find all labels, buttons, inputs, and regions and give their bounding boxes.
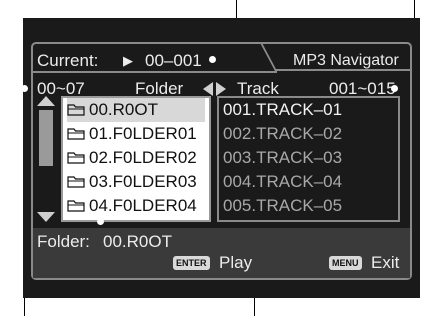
figure: Current: ▶ 00–001 MP3 Navigator 00~07 Fo… [0,0,422,316]
folder-icon [67,104,85,116]
folder-item[interactable]: 00.R0OT [67,98,205,122]
folder-icon [67,128,85,140]
scroll-up-icon[interactable] [37,96,55,106]
folder-item[interactable]: 01.F0LDER01 [67,122,197,146]
callout-dot-current [209,56,216,63]
app-title: MP3 Navigator [293,52,399,69]
folder-item-label: 01.F0LDER01 [89,124,197,143]
callout-dot-folder-list [97,218,104,225]
folder-item-label: 02.F0LDER02 [89,148,197,167]
menu-key-badge: MENU [329,256,362,270]
scrollbar[interactable] [37,96,57,222]
left-arrow-icon[interactable] [203,82,213,96]
play-indicator-icon: ▶ [123,53,133,68]
track-list[interactable]: 001.TRACK–01 002.TRACK–02 003.TRACK–03 004.… [217,96,400,222]
track-item[interactable]: 004.TRACK–04 [223,170,342,194]
track-item[interactable]: 005.TRACK–05 [223,194,342,218]
folder-item[interactable]: 03.F0LDER03 [67,170,197,194]
current-label: Current: [37,51,99,70]
header-divider [33,71,277,73]
folder-item-label: 00.R0OT [89,100,158,119]
folder-item-label: 03.F0LDER03 [89,172,197,191]
play-action[interactable]: Play [219,253,252,273]
track-item[interactable]: 001.TRACK–01 [223,98,342,122]
status-folder-value: 00.R0OT [103,232,172,251]
folder-icon [67,176,85,188]
folder-item-label: 04.F0LDER04 [89,196,197,215]
callout-dot-folder-range [21,85,28,92]
current-value: 00–001 [145,51,202,70]
mp3-navigator-screen: Current: ▶ 00–001 MP3 Navigator 00~07 Fo… [21,18,420,298]
scroll-thumb[interactable] [39,110,53,166]
folder-item[interactable]: 04.F0LDER04 [67,194,197,218]
callout-dot-track-range [391,85,398,92]
exit-action[interactable]: Exit [371,253,399,273]
track-item[interactable]: 002.TRACK–02 [223,122,342,146]
folder-icon [67,152,85,164]
enter-key-badge: ENTER [173,256,210,270]
folder-list[interactable]: 00.R0OT 01.F0LDER01 02.F0LDER02 03.F0LDER03… [61,96,211,222]
scroll-down-icon[interactable] [37,212,55,222]
folder-item[interactable]: 02.F0LDER02 [67,146,197,170]
right-arrow-icon[interactable] [216,82,226,96]
folder-icon [67,200,85,212]
status-folder-label: Folder: [37,232,90,251]
track-item[interactable]: 003.TRACK–03 [223,146,342,170]
